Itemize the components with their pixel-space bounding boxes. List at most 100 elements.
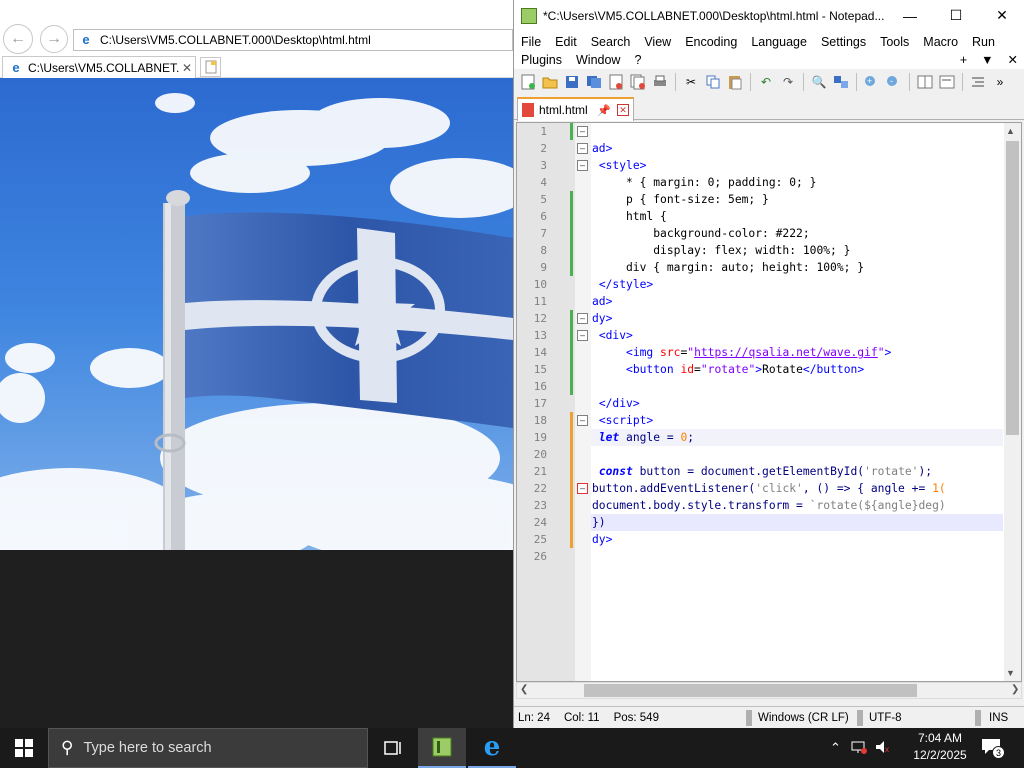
close-all-icon[interactable] bbox=[628, 72, 648, 92]
code-line-15: <button id="rotate">Rotate</button> bbox=[626, 363, 865, 376]
menu-help[interactable]: ? bbox=[627, 53, 648, 67]
maximize-button[interactable]: ☐ bbox=[933, 0, 979, 31]
line-number: 11 bbox=[533, 295, 547, 308]
clock[interactable]: 7:04 AM 12/2/2025 bbox=[900, 730, 980, 766]
line-number: 3 bbox=[540, 159, 547, 172]
start-button[interactable] bbox=[0, 728, 48, 768]
taskbar-internet-explorer[interactable]: e bbox=[468, 728, 516, 768]
save-icon[interactable] bbox=[562, 72, 582, 92]
menu-view[interactable]: View bbox=[637, 35, 678, 49]
status-encoding[interactable]: UTF-8 bbox=[863, 712, 975, 724]
change-marker bbox=[570, 412, 573, 548]
zoom-out-icon[interactable]: - bbox=[884, 72, 904, 92]
menu-language[interactable]: Language bbox=[744, 35, 814, 49]
paste-icon[interactable] bbox=[725, 72, 745, 92]
undo-icon[interactable]: ↶ bbox=[756, 72, 776, 92]
dropdown-icon[interactable]: ▼ bbox=[974, 53, 1000, 67]
open-file-icon[interactable] bbox=[540, 72, 560, 92]
document-tab[interactable]: html.html 📌 ✕ bbox=[517, 97, 634, 121]
action-center-button[interactable]: 3 bbox=[980, 736, 1006, 760]
scroll-right-icon[interactable]: ❯ bbox=[1011, 684, 1019, 695]
fold-toggle[interactable]: – bbox=[577, 143, 588, 154]
line-number: 12 bbox=[533, 312, 547, 325]
task-view-button[interactable] bbox=[368, 728, 416, 768]
back-button[interactable]: ← bbox=[3, 24, 33, 54]
fold-toggle[interactable]: – bbox=[577, 313, 588, 324]
search-icon: ⚲ bbox=[61, 738, 74, 757]
code-line-23: document.body.style.transform = `rotate(… bbox=[592, 499, 946, 512]
menu-encoding[interactable]: Encoding bbox=[678, 35, 744, 49]
close-tab-icon[interactable]: ✕ bbox=[179, 61, 195, 75]
fold-toggle[interactable]: – bbox=[577, 415, 588, 426]
network-icon[interactable] bbox=[851, 740, 867, 757]
scroll-left-icon[interactable]: ❮ bbox=[520, 684, 528, 695]
toolbar: ✂ ↶ ↷ 🔍 + - » bbox=[514, 69, 1024, 95]
fold-toggle[interactable]: – bbox=[577, 160, 588, 171]
menu-plugins[interactable]: Plugins bbox=[514, 53, 569, 67]
show-hidden-icons-icon[interactable]: ⌃ bbox=[830, 740, 841, 756]
close-file-icon[interactable] bbox=[606, 72, 626, 92]
status-bar: Ln: 24 Col: 11 Pos: 549 Windows (CR LF) … bbox=[514, 706, 1024, 728]
change-marker bbox=[570, 191, 573, 276]
add-icon[interactable]: + bbox=[953, 53, 974, 67]
forward-button[interactable]: → bbox=[40, 25, 68, 53]
code-line-2: ad> bbox=[592, 142, 613, 155]
menu-run[interactable]: Run bbox=[965, 35, 1002, 49]
indent-guide-icon[interactable] bbox=[968, 72, 988, 92]
ie-tab-icon: e bbox=[12, 59, 20, 75]
search-placeholder: Type here to search bbox=[83, 740, 212, 756]
word-wrap-icon[interactable] bbox=[937, 72, 957, 92]
status-insert-mode[interactable]: INS bbox=[981, 712, 1024, 724]
web-page-content bbox=[0, 78, 513, 550]
fold-toggle[interactable]: – bbox=[577, 126, 588, 137]
save-all-icon[interactable] bbox=[584, 72, 604, 92]
menu-edit[interactable]: Edit bbox=[548, 35, 584, 49]
menu-tools[interactable]: Tools bbox=[873, 35, 916, 49]
taskbar-notepadpp[interactable] bbox=[418, 728, 466, 768]
line-number: 9 bbox=[540, 261, 547, 274]
vertical-scroll-thumb[interactable] bbox=[1006, 141, 1019, 435]
address-text: C:\Users\VM5.COLLABNET.000\Desktop\html.… bbox=[100, 33, 371, 47]
print-icon[interactable] bbox=[650, 72, 670, 92]
menu-settings[interactable]: Settings bbox=[814, 35, 873, 49]
browser-tab[interactable]: e C:\Users\VM5.COLLABNET.... ✕ bbox=[2, 56, 196, 78]
volume-muted-icon[interactable]: x bbox=[875, 740, 891, 757]
menu-window[interactable]: Window bbox=[569, 53, 627, 67]
address-bar[interactable]: e C:\Users\VM5.COLLABNET.000\Desktop\htm… bbox=[73, 29, 513, 51]
zoom-in-icon[interactable]: + bbox=[862, 72, 882, 92]
code-editor[interactable]: 1 2 3 4 5 6 7 8 9 10 11 12 13 14 15 16 17 18 19 20 21 22 23 24 2… bbox=[516, 122, 1022, 682]
horizontal-scroll-thumb[interactable] bbox=[584, 684, 917, 697]
fold-toggle[interactable]: – bbox=[577, 330, 588, 341]
waving-flag-image bbox=[0, 78, 513, 550]
pin-icon[interactable]: 📌 bbox=[597, 104, 611, 117]
scroll-up-icon[interactable]: ▲ bbox=[1006, 126, 1015, 136]
status-line: Ln: 24 bbox=[518, 711, 550, 724]
menu-macro[interactable]: Macro bbox=[916, 35, 965, 49]
find-icon[interactable]: 🔍 bbox=[809, 72, 829, 92]
menu-file[interactable]: File bbox=[514, 35, 548, 49]
cut-icon[interactable]: ✂ bbox=[681, 72, 701, 92]
replace-icon[interactable] bbox=[831, 72, 851, 92]
fold-toggle[interactable]: – bbox=[577, 483, 588, 494]
scroll-down-icon[interactable]: ▼ bbox=[1006, 668, 1015, 678]
status-eol[interactable]: Windows (CR LF) bbox=[752, 712, 857, 724]
clock-date: 12/2/2025 bbox=[913, 748, 967, 762]
copy-icon[interactable] bbox=[703, 72, 723, 92]
redo-icon[interactable]: ↷ bbox=[778, 72, 798, 92]
close-tab-icon[interactable]: ✕ bbox=[617, 104, 629, 116]
minimize-button[interactable]: — bbox=[887, 0, 933, 31]
code-line-17: </div> bbox=[598, 397, 640, 410]
menu-search[interactable]: Search bbox=[584, 35, 638, 49]
arrow-left-icon: ← bbox=[10, 30, 26, 47]
menu-bar: File Edit Search View Encoding Language … bbox=[514, 31, 1024, 69]
close-doc-icon[interactable]: ✕ bbox=[1001, 52, 1024, 67]
code-line-9: div { margin: auto; height: 100%; } bbox=[592, 261, 865, 274]
new-file-icon[interactable] bbox=[518, 72, 538, 92]
new-tab-button[interactable] bbox=[200, 57, 221, 77]
close-button[interactable]: ✕ bbox=[979, 0, 1024, 31]
line-number: 22 bbox=[533, 482, 547, 495]
sync-scroll-icon[interactable] bbox=[915, 72, 935, 92]
menu-row-1: File Edit Search View Encoding Language … bbox=[514, 32, 1002, 51]
toolbar-overflow-icon[interactable]: » bbox=[990, 72, 1010, 92]
taskbar-search[interactable]: ⚲ Type here to search bbox=[48, 728, 368, 768]
